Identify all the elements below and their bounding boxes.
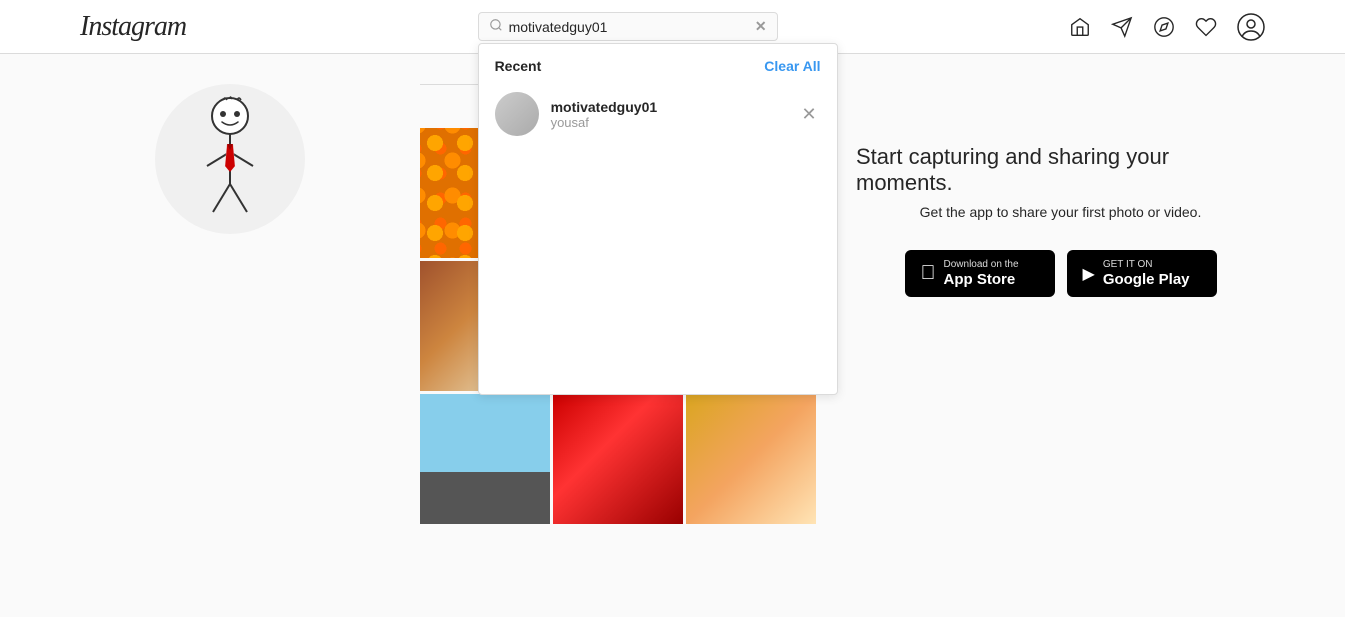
instagram-logo: Instagram xyxy=(80,11,186,43)
search-dropdown: Recent Clear All motivatedguy01 yousaf ✕ xyxy=(478,43,838,395)
app-store-pre-label: Download on the xyxy=(944,260,1019,270)
nav-icons xyxy=(1069,13,1265,41)
stick-figure-image xyxy=(175,94,285,224)
app-store-label: App Store xyxy=(944,272,1019,287)
photo-cell[interactable] xyxy=(686,394,816,524)
avatar xyxy=(495,92,539,136)
clear-all-button[interactable]: Clear All xyxy=(764,58,820,74)
send-icon[interactable] xyxy=(1111,16,1133,38)
search-box: ✕ xyxy=(478,12,778,41)
promo-headline: Start capturing and sharing your moments… xyxy=(856,144,1265,196)
explore-icon[interactable] xyxy=(1153,16,1175,38)
search-container: ✕ Recent Clear All motivatedguy01 yousaf… xyxy=(478,12,778,41)
recent-display-name: yousaf xyxy=(551,115,798,130)
profile-avatar xyxy=(155,84,305,234)
google-play-button[interactable]: ▶ GET IT ON Google Play xyxy=(1067,250,1217,297)
remove-recent-icon[interactable]: ✕ xyxy=(797,101,820,127)
promo-subtext: Get the app to share your first photo or… xyxy=(920,204,1202,220)
right-panel: Start capturing and sharing your moments… xyxy=(856,84,1265,524)
header: Instagram ✕ Recent Clear All motiv xyxy=(0,0,1345,54)
photo-cell[interactable] xyxy=(420,394,550,524)
search-input[interactable] xyxy=(509,19,755,35)
search-clear-icon[interactable]: ✕ xyxy=(755,18,767,35)
heart-icon[interactable] xyxy=(1195,16,1217,38)
dropdown-title: Recent xyxy=(495,58,542,74)
home-icon[interactable] xyxy=(1069,16,1091,38)
app-store-button[interactable]:  Download on the App Store xyxy=(905,250,1055,297)
profile-section xyxy=(80,84,380,524)
app-store-text: Download on the App Store xyxy=(944,260,1019,287)
avatar-image xyxy=(495,92,539,136)
photo-cell[interactable] xyxy=(553,394,683,524)
google-play-text: GET IT ON Google Play xyxy=(1103,260,1190,287)
recent-search-item[interactable]: motivatedguy01 yousaf ✕ xyxy=(479,84,837,144)
google-play-icon: ▶ xyxy=(1083,264,1095,284)
dropdown-header: Recent Clear All xyxy=(479,44,837,84)
google-play-label: Google Play xyxy=(1103,272,1190,287)
recent-info: motivatedguy01 yousaf xyxy=(551,99,798,130)
app-buttons:  Download on the App Store ▶ GET IT ON … xyxy=(905,250,1217,297)
profile-icon[interactable] xyxy=(1237,13,1265,41)
google-play-pre-label: GET IT ON xyxy=(1103,260,1190,270)
dropdown-empty xyxy=(479,144,837,394)
apple-icon:  xyxy=(921,262,936,285)
recent-username: motivatedguy01 xyxy=(551,99,798,115)
search-icon xyxy=(489,18,503,35)
